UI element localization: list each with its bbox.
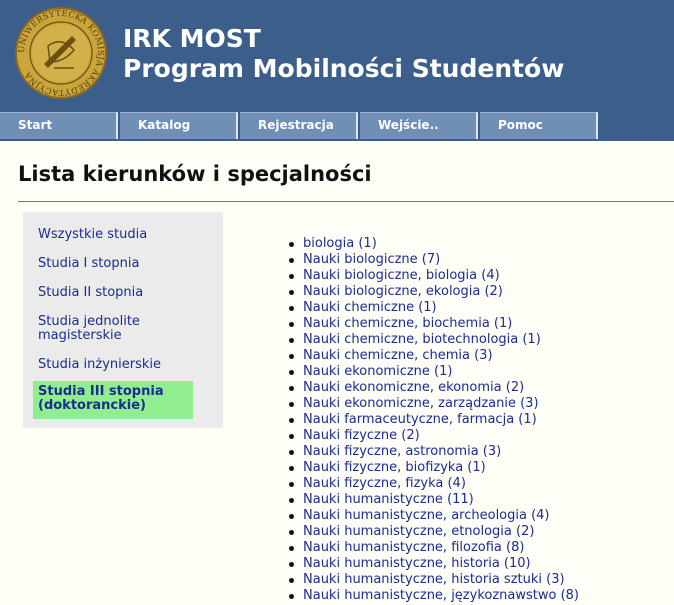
list-item-link[interactable]: Nauki humanistyczne, historia sztuki (3) <box>303 572 565 587</box>
list-item-link[interactable]: Nauki humanistyczne, archeologia (4) <box>303 508 550 523</box>
sidebar-item-second-degree[interactable]: Studia II stopnia <box>38 286 143 300</box>
list-item: Nauki biologiczne, biologia (4) <box>286 268 579 284</box>
list-item-link[interactable]: Nauki chemiczne, biotechnologia (1) <box>303 332 541 347</box>
list-item: Nauki humanistyczne, filozofia (8) <box>286 540 579 556</box>
list-item-link[interactable]: Nauki humanistyczne, filozofia (8) <box>303 540 524 555</box>
list-item: Nauki humanistyczne, archeologia (4) <box>286 508 579 524</box>
list-item-link[interactable]: Nauki humanistyczne (11) <box>303 492 474 507</box>
list-item: Nauki fizyczne, astronomia (3) <box>286 444 579 460</box>
nav-start[interactable]: Start <box>0 112 118 139</box>
list-item-link[interactable]: Nauki fizyczne, fizyka (4) <box>303 476 466 491</box>
list-item: Nauki farmaceutyczne, farmacja (1) <box>286 412 579 428</box>
list-item: Nauki fizyczne, fizyka (4) <box>286 476 579 492</box>
list-item-link[interactable]: Nauki humanistyczne, etnologia (2) <box>303 524 534 539</box>
list-item-link[interactable]: Nauki chemiczne, chemia (3) <box>303 348 493 363</box>
sidebar-item-uniform-master[interactable]: Studia jednolite magisterskie <box>38 315 140 343</box>
main-nav: Start Katalog Rejestracja Wejście.. Pomo… <box>0 112 600 141</box>
list-item: Nauki ekonomiczne (1) <box>286 364 579 380</box>
list-item: Nauki humanistyczne, etnologia (2) <box>286 524 579 540</box>
site-subtitle: Program Mobilności Studentów <box>123 54 565 83</box>
list-item-link[interactable]: Nauki ekonomiczne, ekonomia (2) <box>303 380 524 395</box>
nav-rejestracja[interactable]: Rejestracja <box>240 112 358 139</box>
list-item: Nauki humanistyczne (11) <box>286 492 579 508</box>
list-item-link[interactable]: Nauki fizyczne, biofizyka (1) <box>303 460 486 475</box>
list-item: Nauki humanistyczne, historia (10) <box>286 556 579 572</box>
list-item-link[interactable]: Nauki chemiczne (1) <box>303 300 437 315</box>
list-item-link[interactable]: Nauki biologiczne, ekologia (2) <box>303 284 503 299</box>
sidebar: Wszystkie studia Studia I stopnia Studia… <box>23 212 223 428</box>
list-item-link[interactable]: Nauki fizyczne (2) <box>303 428 420 443</box>
sidebar-item-doctoral-active[interactable]: Studia III stopnia (doktoranckie) <box>33 381 193 419</box>
list-item-link[interactable]: Nauki farmaceutyczne, farmacja (1) <box>303 412 537 427</box>
list-item-link[interactable]: Nauki ekonomiczne (1) <box>303 364 452 379</box>
page-header: UNIWERSYTECKA KOMISJA AKREDYTACYJNA IRK … <box>0 0 674 141</box>
sidebar-item-doctoral-label: Studia III stopnia (doktoranckie) <box>38 384 164 413</box>
nav-pomoc[interactable]: Pomoc <box>480 112 598 139</box>
site-title: IRK MOST <box>123 24 261 53</box>
list-item: Nauki humanistyczne, językoznawstwo (8) <box>286 588 579 604</box>
list-item: Nauki biologiczne, ekologia (2) <box>286 284 579 300</box>
list-item: Nauki humanistyczne, historia sztuki (3) <box>286 572 579 588</box>
nav-katalog[interactable]: Katalog <box>120 112 238 139</box>
list-item: Nauki chemiczne, chemia (3) <box>286 348 579 364</box>
list-item: Nauki chemiczne, biochemia (1) <box>286 316 579 332</box>
list-item-link[interactable]: Nauki biologiczne (7) <box>303 252 440 267</box>
list-item: Nauki fizyczne, biofizyka (1) <box>286 460 579 476</box>
page-title: Lista kierunków i specjalności <box>18 162 372 186</box>
list-item: Nauki ekonomiczne, zarządzanie (3) <box>286 396 579 412</box>
sidebar-item-all[interactable]: Wszystkie studia <box>38 228 147 242</box>
nav-wejscie[interactable]: Wejście.. <box>360 112 478 139</box>
list-item: biologia (1) <box>286 236 579 252</box>
title-divider <box>18 201 674 202</box>
list-item-link[interactable]: Nauki chemiczne, biochemia (1) <box>303 316 512 331</box>
list-item: Nauki biologiczne (7) <box>286 252 579 268</box>
sidebar-item-engineering[interactable]: Studia inżynierskie <box>38 358 161 372</box>
list-item-link[interactable]: biologia (1) <box>303 236 377 251</box>
list-item: Nauki chemiczne, biotechnologia (1) <box>286 332 579 348</box>
field-list: biologia (1) Nauki biologiczne (7) Nauki… <box>286 236 579 604</box>
list-item-link[interactable]: Nauki humanistyczne, językoznawstwo (8) <box>303 588 579 603</box>
list-item-link[interactable]: Nauki humanistyczne, historia (10) <box>303 556 531 571</box>
list-item-link[interactable]: Nauki fizyczne, astronomia (3) <box>303 444 501 459</box>
list-item: Nauki fizyczne (2) <box>286 428 579 444</box>
list-item-link[interactable]: Nauki biologiczne, biologia (4) <box>303 268 500 283</box>
sidebar-item-first-degree[interactable]: Studia I stopnia <box>38 257 139 271</box>
list-item-link[interactable]: Nauki ekonomiczne, zarządzanie (3) <box>303 396 539 411</box>
list-item: Nauki ekonomiczne, ekonomia (2) <box>286 380 579 396</box>
university-seal-logo: UNIWERSYTECKA KOMISJA AKREDYTACYJNA <box>15 7 107 99</box>
list-item: Nauki chemiczne (1) <box>286 300 579 316</box>
